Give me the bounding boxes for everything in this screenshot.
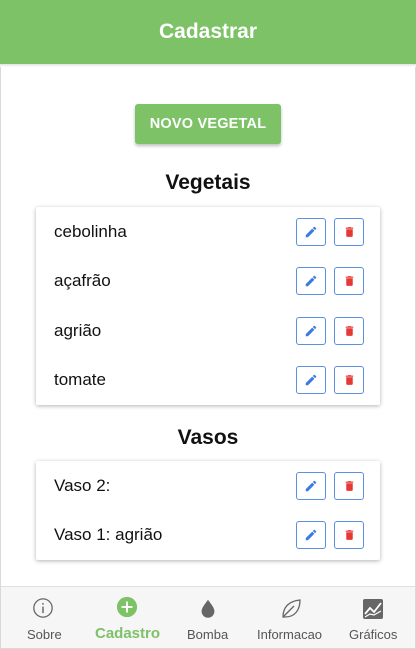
list-item: Vaso 2: <box>36 461 380 511</box>
delete-button[interactable] <box>334 521 364 550</box>
bottom-navigation: Sobre Cadastro Bomba Informacao Gráficos <box>1 586 415 648</box>
app-bar-shadow <box>0 64 416 67</box>
tab-graficos[interactable]: Gráficos <box>337 587 415 649</box>
edit-button[interactable] <box>296 267 326 296</box>
edit-button[interactable] <box>296 316 326 345</box>
pencil-icon <box>305 480 317 491</box>
tab-bomba[interactable]: Bomba <box>169 587 253 649</box>
trash-icon <box>345 276 353 287</box>
delete-button[interactable] <box>334 366 364 395</box>
tab-informacao[interactable]: Informacao <box>253 587 337 649</box>
list-item: tomate <box>36 356 380 406</box>
pencil-icon <box>305 374 317 386</box>
pencil-icon <box>305 275 317 287</box>
leaf-icon <box>282 599 301 618</box>
vegetais-list: cebolinha açafrão agrião tomate <box>36 207 380 405</box>
edit-button[interactable] <box>296 521 326 550</box>
pencil-icon <box>305 529 317 541</box>
trash-icon <box>345 325 353 336</box>
delete-button[interactable] <box>334 267 364 296</box>
app-bar: Cadastrar <box>0 0 416 64</box>
list-item: Vaso 1: agrião <box>36 511 380 561</box>
edit-button[interactable] <box>296 217 326 246</box>
vaso-name: Vaso 2: <box>54 475 111 495</box>
trash-icon <box>345 375 353 386</box>
page-title: Cadastrar <box>158 20 258 43</box>
list-item: cebolinha <box>36 207 380 257</box>
tab-cadastro[interactable]: Cadastro <box>85 587 169 649</box>
delete-button[interactable] <box>334 217 364 246</box>
tab-graficos-label: Gráficos <box>349 627 398 642</box>
add-circle-icon <box>116 596 138 618</box>
edit-button[interactable] <box>296 471 326 500</box>
list-item: açafrão <box>36 257 380 307</box>
tab-cadastro-label: Cadastro <box>95 625 161 642</box>
info-icon <box>33 598 53 618</box>
vasos-section-title: Vasos <box>177 426 239 449</box>
delete-button[interactable] <box>334 316 364 345</box>
tab-sobre-label: Sobre <box>27 627 62 642</box>
delete-button[interactable] <box>334 471 364 500</box>
pencil-icon <box>305 325 317 336</box>
vegetal-name: açafrão <box>54 271 111 291</box>
new-vegetal-button[interactable]: NOVO VEGETAL <box>135 104 281 144</box>
vegetais-section-title: Vegetais <box>165 171 251 194</box>
vegetal-name: tomate <box>54 370 106 390</box>
trash-icon <box>345 226 353 237</box>
list-item: agrião <box>36 306 380 356</box>
tab-informacao-label: Informacao <box>257 627 323 642</box>
edit-button[interactable] <box>296 366 326 395</box>
pencil-icon <box>305 226 317 237</box>
vegetal-name: cebolinha <box>54 221 127 241</box>
vaso-name: Vaso 1: agrião <box>54 525 163 545</box>
tab-bomba-label: Bomba <box>187 627 229 642</box>
trash-icon <box>345 480 353 491</box>
vasos-list: Vaso 2: Vaso 1: agrião <box>36 461 380 560</box>
tab-sobre[interactable]: Sobre <box>1 587 85 649</box>
chart-icon <box>363 599 383 619</box>
trash-icon <box>345 530 353 541</box>
water-drop-icon <box>201 599 215 618</box>
vegetal-name: agrião <box>54 320 102 340</box>
